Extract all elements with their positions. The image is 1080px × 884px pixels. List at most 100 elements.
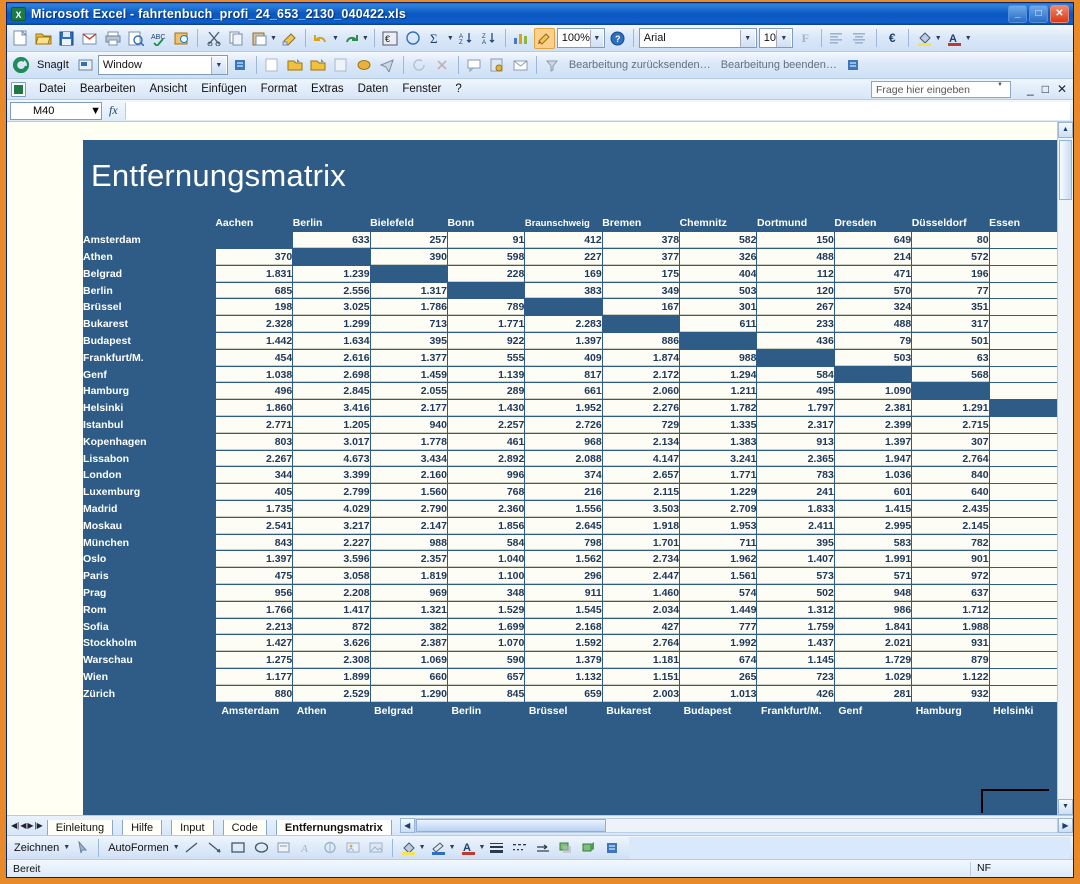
- empty-cell[interactable]: [988, 600, 1067, 619]
- distance-cell[interactable]: 301: [679, 298, 758, 317]
- distance-cell[interactable]: 2.213: [214, 617, 294, 636]
- autoshapes-menu-button[interactable]: AutoFormen: [104, 842, 173, 854]
- sheet-tab-code[interactable]: Code: [222, 820, 267, 835]
- distance-cell[interactable]: 570: [833, 281, 913, 300]
- permission-icon[interactable]: [354, 55, 375, 76]
- empty-cell[interactable]: [988, 617, 1067, 636]
- menu-item-help[interactable]: ?: [448, 81, 468, 97]
- distance-cell[interactable]: 1.952: [524, 399, 603, 418]
- font-name-combo[interactable]: Arial ▼: [638, 28, 757, 48]
- distance-cell[interactable]: 471: [833, 264, 913, 283]
- distance-cell[interactable]: 2.177: [369, 399, 448, 418]
- empty-cell[interactable]: [988, 231, 1067, 250]
- distance-cell[interactable]: 1.383: [679, 432, 758, 451]
- distance-cell[interactable]: 2.267: [214, 449, 294, 468]
- distance-cell[interactable]: 2.317: [756, 416, 835, 434]
- distance-cell[interactable]: 390: [369, 248, 448, 266]
- sheet-tab-einleitung[interactable]: Einleitung: [46, 820, 114, 835]
- distance-cell[interactable]: 502: [756, 584, 835, 602]
- distance-cell[interactable]: 1.177: [214, 668, 294, 686]
- distance-cell[interactable]: 2.172: [601, 365, 681, 384]
- distance-cell[interactable]: 1.701: [601, 533, 681, 552]
- distance-cell[interactable]: 3.017: [292, 432, 371, 451]
- copy-icon[interactable]: [226, 28, 247, 49]
- diagonal-cell[interactable]: [369, 264, 448, 283]
- shadow-style-icon[interactable]: [556, 837, 577, 858]
- scroll-up-arrow[interactable]: ▲: [1058, 122, 1073, 138]
- distance-cell[interactable]: 1.013: [679, 684, 758, 703]
- distance-cell[interactable]: 1.459: [369, 365, 448, 384]
- distance-cell[interactable]: 572: [911, 248, 990, 266]
- help-icon[interactable]: ?: [607, 28, 628, 49]
- vertical-scrollbar[interactable]: ▲ ▼: [1057, 122, 1073, 815]
- distance-cell[interactable]: 661: [524, 382, 603, 401]
- doc-minimize-button[interactable]: _: [1027, 82, 1034, 96]
- stop-refresh-icon[interactable]: [432, 55, 453, 76]
- distance-cell[interactable]: 601: [833, 483, 913, 502]
- distance-cell[interactable]: 2.227: [292, 533, 371, 552]
- distance-cell[interactable]: 175: [601, 264, 681, 283]
- distance-cell[interactable]: 1.699: [446, 617, 526, 636]
- menu-item-extras[interactable]: Extras: [304, 81, 351, 97]
- distance-cell[interactable]: 2.134: [601, 432, 681, 451]
- align-left-icon[interactable]: [827, 28, 848, 49]
- distance-cell[interactable]: 1.090: [833, 382, 913, 401]
- distance-cell[interactable]: 657: [446, 668, 526, 686]
- send-to-mail-icon[interactable]: [510, 55, 531, 76]
- horizontal-scroll-thumb[interactable]: [415, 819, 606, 832]
- close-document-icon[interactable]: [331, 55, 352, 76]
- distance-cell[interactable]: 584: [756, 365, 835, 384]
- prev-sheet-icon[interactable]: ◀: [20, 821, 26, 830]
- distance-cell[interactable]: 1.321: [369, 600, 448, 619]
- distance-cell[interactable]: 1.562: [524, 550, 603, 569]
- distance-cell[interactable]: 2.995: [833, 516, 913, 535]
- empty-cell[interactable]: [988, 684, 1067, 703]
- empty-cell[interactable]: [988, 382, 1067, 401]
- distance-cell[interactable]: 1.782: [679, 399, 758, 418]
- distance-cell[interactable]: 1.460: [601, 584, 681, 602]
- email-icon[interactable]: [79, 28, 100, 49]
- sheet-tab-input[interactable]: Input: [171, 820, 214, 835]
- distance-cell[interactable]: 488: [833, 315, 913, 334]
- distance-cell[interactable]: 574: [679, 584, 758, 602]
- research-icon[interactable]: [171, 28, 192, 49]
- distance-cell[interactable]: 777: [679, 617, 758, 636]
- distance-cell[interactable]: 77: [911, 281, 990, 300]
- distance-cell[interactable]: 1.122: [911, 668, 990, 686]
- sort-ascending-icon[interactable]: AZ: [456, 28, 477, 49]
- distance-cell[interactable]: 2.790: [369, 500, 448, 518]
- distance-cell[interactable]: 1.379: [524, 651, 603, 670]
- distance-cell[interactable]: 783: [756, 466, 835, 485]
- font-size-dropdown-arrow[interactable]: ▼: [776, 29, 791, 47]
- distance-cell[interactable]: 1.766: [214, 600, 294, 619]
- distance-cell[interactable]: 1.991: [833, 550, 913, 569]
- distance-cell[interactable]: 1.070: [446, 634, 526, 653]
- format-painter-icon[interactable]: [279, 28, 300, 49]
- diagonal-cell[interactable]: [756, 348, 835, 367]
- distance-cell[interactable]: 1.377: [369, 348, 448, 367]
- new-comment-icon[interactable]: [464, 55, 485, 76]
- drawing-toolbar-handle[interactable]: [602, 837, 623, 858]
- font-color-dropdown-arrow[interactable]: ▼: [965, 35, 972, 42]
- distance-cell[interactable]: 2.168: [524, 617, 603, 636]
- refresh-icon[interactable]: [409, 55, 430, 76]
- font-color-icon[interactable]: A: [458, 837, 479, 858]
- distance-cell[interactable]: 2.387: [369, 634, 448, 653]
- empty-cell[interactable]: [988, 365, 1067, 384]
- distance-cell[interactable]: 1.290: [369, 684, 448, 703]
- distance-cell[interactable]: 1.735: [214, 500, 294, 518]
- empty-cell[interactable]: [988, 298, 1067, 317]
- distance-cell[interactable]: 257: [369, 231, 448, 250]
- paste-icon[interactable]: [249, 28, 270, 49]
- empty-cell[interactable]: [988, 550, 1067, 569]
- font-color-arrow[interactable]: ▼: [479, 844, 486, 851]
- distance-cell[interactable]: 940: [369, 416, 448, 434]
- distance-cell[interactable]: 2.003: [601, 684, 681, 703]
- empty-cell[interactable]: [988, 348, 1067, 367]
- textbox-icon[interactable]: [274, 837, 295, 858]
- distance-cell[interactable]: 348: [446, 584, 526, 602]
- empty-cell[interactable]: [988, 668, 1067, 686]
- distance-cell[interactable]: 2.734: [601, 550, 681, 569]
- undo-icon[interactable]: [311, 28, 332, 49]
- send-icon[interactable]: [377, 55, 398, 76]
